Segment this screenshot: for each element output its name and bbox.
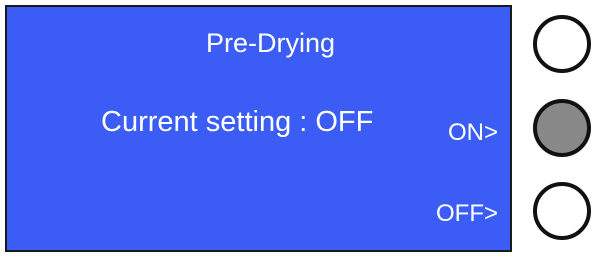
- option-on-label: ON>: [447, 119, 498, 146]
- on-soft-button[interactable]: [533, 99, 591, 157]
- top-soft-button[interactable]: [533, 15, 591, 73]
- option-off-label: OFF>: [435, 200, 498, 227]
- off-soft-button[interactable]: [533, 182, 591, 240]
- screen-title: Pre-Drying: [205, 28, 336, 58]
- current-setting-label: Current setting : OFF: [101, 106, 374, 138]
- pre-drying-panel: Pre-Drying Current setting : OFF ON> OFF…: [0, 0, 603, 258]
- lcd-screen: Pre-Drying Current setting : OFF ON> OFF…: [5, 5, 512, 252]
